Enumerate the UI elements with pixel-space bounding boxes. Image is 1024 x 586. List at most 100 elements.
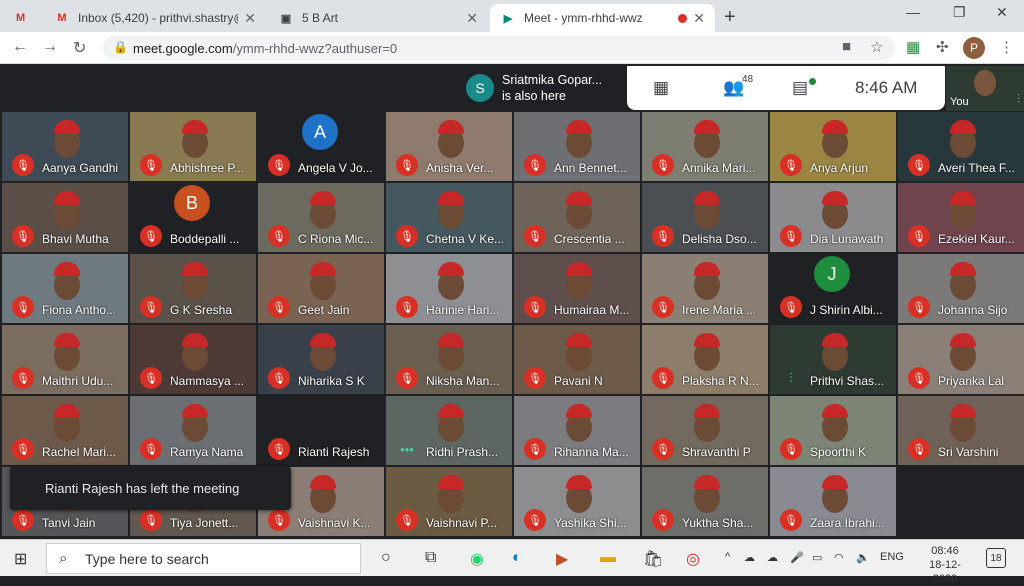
profile-avatar[interactable]: P (963, 37, 985, 59)
participant-tile[interactable]: 🎙 Priyanka Lal (898, 325, 1024, 394)
address-bar[interactable]: 🔒 meet.google.com/ymm-rhhd-wwz?authuser=… (103, 36, 895, 60)
maximize-icon[interactable]: ❐ (953, 4, 966, 21)
participant-tile[interactable]: 🎙 Abhishree P... (130, 112, 256, 181)
participant-tile[interactable]: 🎙 Pavani N (514, 325, 640, 394)
taskbar-search[interactable]: ⌕ Type here to search (46, 543, 361, 574)
participant-tile[interactable]: 🎙 Ann Bennet... (514, 112, 640, 181)
windows-start-icon[interactable]: ⊞ (14, 549, 27, 569)
participant-tile[interactable]: 🎙 Vaishnavi P... (386, 467, 512, 536)
tab-inbox[interactable]: M Inbox (5,420) - prithvi.shastry@sc ✕ (44, 4, 266, 32)
tab-5b-art[interactable]: ▣ 5 B Art ✕ (268, 4, 488, 32)
participant-tile[interactable]: 🎙 Niharika S K (258, 325, 384, 394)
participant-tile[interactable]: 🎙 Fiona Antho... (2, 254, 128, 323)
lock-icon: 🔒 (113, 40, 128, 54)
participant-tile[interactable]: 🎙 Yashika Shi... (514, 467, 640, 536)
bookmark-star-icon[interactable]: ☆ (870, 38, 883, 56)
menu-kebab-icon[interactable]: ⋮ (999, 38, 1014, 56)
close-tab-icon[interactable]: ✕ (693, 10, 705, 27)
participant-tile[interactable]: 🎙 Yuktha Sha... (642, 467, 768, 536)
participant-tile[interactable]: 🎙 Annika Mari... (642, 112, 768, 181)
extensions-puzzle-icon[interactable]: ✣ (936, 38, 949, 56)
new-tab-icon[interactable]: + (724, 6, 736, 29)
participant-tile[interactable]: 🎙 Niksha Man... (386, 325, 512, 394)
participant-tile[interactable]: 🎙 Aanya Gandhi (2, 112, 128, 181)
whatsapp-icon[interactable]: ◉ (470, 549, 484, 569)
mic-muted-icon: 🎙 (140, 296, 162, 318)
participant-tile[interactable]: 🎙 Rachel Mari... (2, 396, 128, 465)
participant-tile[interactable]: 🎙 Spoorthi K (770, 396, 896, 465)
participant-tile[interactable]: 🎙 Ramya Nama (130, 396, 256, 465)
forward-icon[interactable]: → (42, 38, 58, 56)
mic-muted-icon: 🎙 (268, 367, 290, 389)
participant-tile[interactable]: 🎙 Ezekiel Kaur... (898, 183, 1024, 252)
participant-tile[interactable]: 🎙 Maithri Udu... (2, 325, 128, 394)
participant-tile[interactable]: B 🎙 Boddepalli ... (130, 183, 256, 252)
mic-icon[interactable]: 🎤 (790, 551, 804, 564)
minimize-icon[interactable]: — (906, 4, 920, 20)
people-icon[interactable]: 👥 (723, 78, 744, 98)
task-view-icon[interactable]: ⧉ (425, 549, 436, 567)
participant-tile[interactable]: 🎙 Averi Thea F... (898, 112, 1024, 181)
camera-icon[interactable]: ■ (842, 38, 851, 55)
participant-tile[interactable]: 🎙 C Riona Mic... (258, 183, 384, 252)
cloud-icon[interactable]: ☁ (767, 551, 778, 564)
cortana-icon[interactable]: ○ (381, 549, 391, 567)
participant-tile[interactable]: 🎙 Dia Lunawath (770, 183, 896, 252)
participant-tile[interactable]: 🎙 Crescentia ... (514, 183, 640, 252)
participant-tile[interactable]: 🎙 Harinie Hari... (386, 254, 512, 323)
participant-tile[interactable]: 🎙 Rihanna Ma... (514, 396, 640, 465)
sheets-extension-icon[interactable]: ▦ (906, 38, 920, 56)
participant-tile[interactable]: ⫶ Prithvi Shas... (770, 325, 896, 394)
participant-tile[interactable]: 🎙 Bhavi Mutha (2, 183, 128, 252)
join-notification: S Sriatmika Gopar... is also here (458, 66, 626, 110)
onedrive-icon[interactable]: ☁ (744, 551, 755, 564)
santa-hat (694, 333, 720, 347)
participant-tile[interactable]: 🎙 Geet Jain (258, 254, 384, 323)
santa-hat (822, 120, 848, 134)
self-view-tile[interactable]: You ⫶ (946, 66, 1024, 111)
volume-icon[interactable]: 🔈 (856, 551, 870, 564)
participant-tile[interactable]: 🎙 Anisha Ver... (386, 112, 512, 181)
wifi-icon[interactable]: ◠ (834, 551, 844, 564)
participant-tile[interactable]: 🎙 Plaksha R N... (642, 325, 768, 394)
participant-tile[interactable]: A 🎙 Angela V Jo... (258, 112, 384, 181)
participant-name: Anisha Ver... (426, 161, 494, 175)
chrome-icon[interactable]: ◎ (686, 549, 700, 569)
battery-icon[interactable]: ▭ (812, 551, 822, 564)
participant-tile[interactable]: 🎙 Humairaa M... (514, 254, 640, 323)
powerpoint-icon[interactable]: ▶ (556, 549, 568, 569)
participant-tile[interactable]: 🎙 Delisha Dso... (642, 183, 768, 252)
window-close-icon[interactable]: ✕ (996, 4, 1008, 21)
participant-tile[interactable]: 🎙 Anya Arjun (770, 112, 896, 181)
participant-name: Rachel Mari... (42, 445, 117, 459)
participant-tile[interactable]: 🎙 Chetna V Ke... (386, 183, 512, 252)
participant-tile[interactable]: 🎙 Shravanthi P (642, 396, 768, 465)
participant-tile[interactable]: 🎙 Irene Maria ... (642, 254, 768, 323)
tab-meet[interactable]: ▶ Meet - ymm-rhhd-wwz ✕ (490, 4, 715, 32)
close-tab-icon[interactable]: ✕ (244, 10, 256, 27)
participant-name: Fiona Antho... (42, 303, 117, 317)
file-explorer-icon[interactable]: ▬ (600, 549, 616, 567)
participant-name: Priyanka Lal (938, 374, 1005, 388)
tab-gmail[interactable]: M (6, 4, 42, 32)
santa-hat (950, 404, 976, 418)
close-tab-icon[interactable]: ✕ (466, 10, 478, 27)
participant-tile[interactable]: 🎙 Nammasya ... (130, 325, 256, 394)
participant-tile[interactable]: 🎙 Zaara Ibrahi... (770, 467, 896, 536)
participant-tile[interactable]: 🎙 Sri Varshini (898, 396, 1024, 465)
back-icon[interactable]: ← (12, 38, 28, 56)
participant-tile[interactable]: J 🎙 J Shirin Albi... (770, 254, 896, 323)
taskbar-clock[interactable]: 08:46 18-12-2020 (921, 544, 969, 586)
participant-tile[interactable]: 🎙 Rianti Rajesh (258, 396, 384, 465)
language-indicator[interactable]: ENG (880, 551, 904, 563)
participant-tile[interactable]: ••• Ridhi Prash... (386, 396, 512, 465)
chat-icon[interactable]: ▤ (792, 78, 808, 98)
reload-icon[interactable]: ↻ (73, 38, 86, 58)
participant-tile[interactable]: 🎙 G K Sresha (130, 254, 256, 323)
store-icon[interactable]: 🛍 (643, 549, 663, 569)
layout-grid-icon[interactable]: ▦ (653, 78, 669, 98)
edge-icon[interactable]: ◐ (512, 549, 522, 567)
action-center-icon[interactable]: 18 (986, 548, 1006, 568)
tray-chevron-icon[interactable]: ^ (725, 551, 730, 563)
participant-tile[interactable]: 🎙 Johanna Sijo (898, 254, 1024, 323)
